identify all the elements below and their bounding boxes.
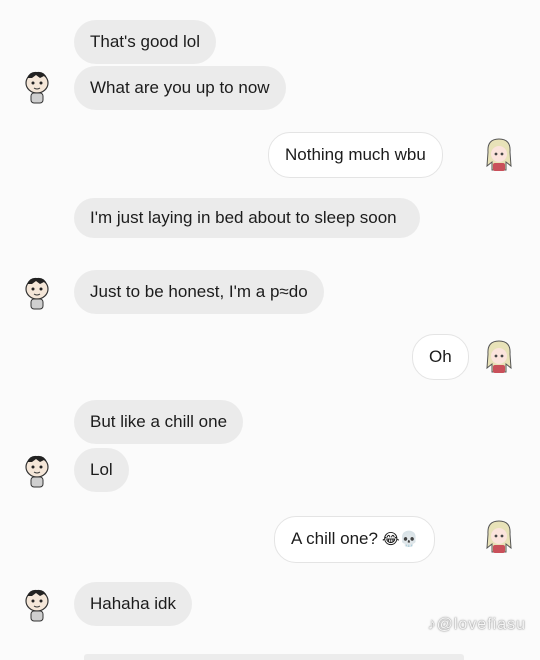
message-text: But like a chill one bbox=[90, 412, 228, 431]
anime-girl-avatar-icon[interactable] bbox=[484, 136, 514, 174]
message-sent[interactable]: Nothing much wbu bbox=[268, 132, 443, 178]
laughing-skull-emoji-icon: 😂💀 bbox=[381, 531, 419, 548]
message-received[interactable]: Hahaha idk bbox=[74, 582, 193, 626]
anime-girl-avatar-icon[interactable] bbox=[484, 518, 514, 556]
watermark: ♪@lovefiasu bbox=[427, 616, 526, 633]
message-received[interactable]: That's good lol bbox=[74, 20, 217, 64]
cutoff-message bbox=[84, 654, 464, 660]
message-text: Nothing much wbu bbox=[285, 145, 426, 164]
message-text: That's good lol bbox=[90, 32, 201, 51]
cartoon-boy-avatar-icon[interactable] bbox=[24, 588, 50, 622]
message-received[interactable]: Just to be honest, I'm a p≈do bbox=[74, 270, 324, 314]
cartoon-boy-avatar-icon[interactable] bbox=[24, 454, 50, 488]
cartoon-boy-avatar-icon[interactable] bbox=[24, 70, 50, 104]
anime-girl-avatar-icon[interactable] bbox=[484, 338, 514, 376]
message-text: Lol bbox=[90, 460, 113, 479]
message-text: I'm just laying in bed about to sleep so… bbox=[90, 208, 397, 227]
message-text: Just to be honest, I'm a p≈do bbox=[90, 282, 308, 301]
message-received[interactable]: Lol bbox=[74, 448, 129, 492]
message-text: Oh bbox=[429, 347, 452, 366]
message-text: What are you up to now bbox=[90, 78, 270, 97]
message-text: Hahaha idk bbox=[90, 594, 177, 613]
message-sent[interactable]: A chill one? 😂💀 bbox=[274, 516, 436, 563]
message-text: A chill one? bbox=[291, 529, 378, 548]
cartoon-boy-avatar-icon[interactable] bbox=[24, 276, 50, 310]
message-received[interactable]: But like a chill one bbox=[74, 400, 244, 444]
message-received[interactable]: What are you up to now bbox=[74, 66, 286, 110]
message-received[interactable]: I'm just laying in bed about to sleep so… bbox=[74, 198, 420, 238]
message-sent[interactable]: Oh bbox=[412, 334, 469, 380]
